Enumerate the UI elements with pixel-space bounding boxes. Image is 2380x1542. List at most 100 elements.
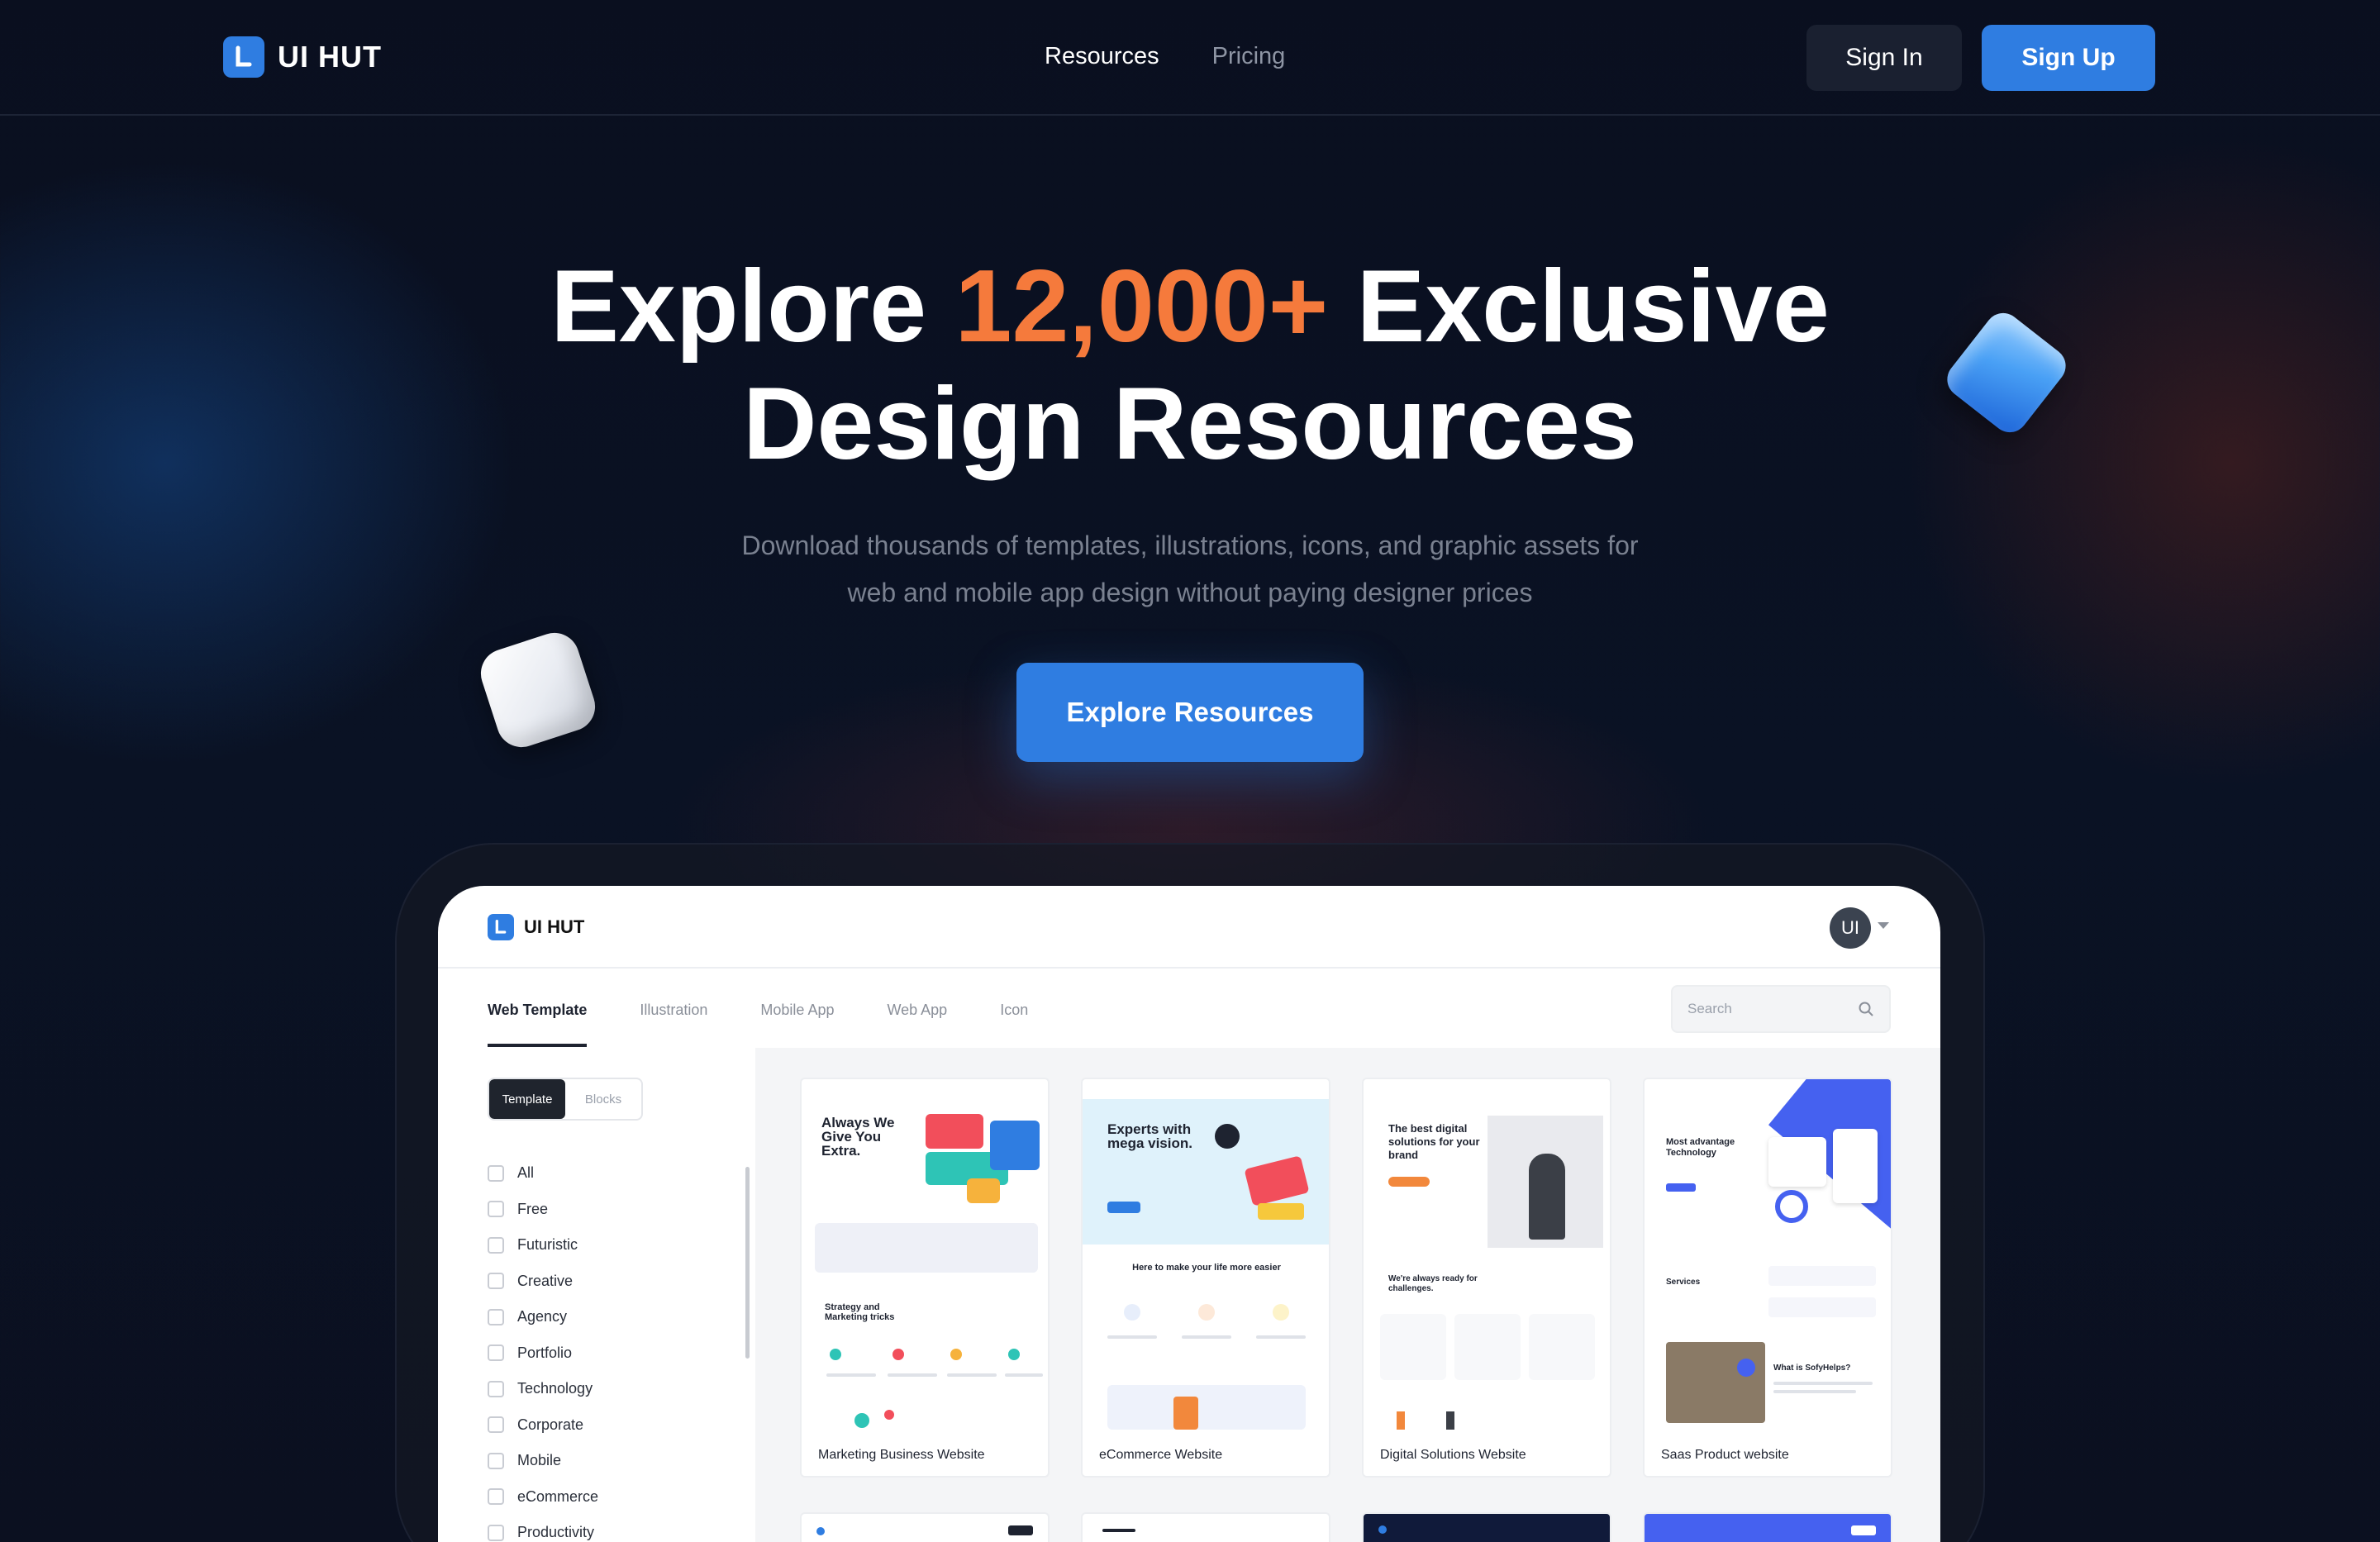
thumb-section: What is SofyHelps? (1773, 1364, 1851, 1373)
checkbox[interactable] (488, 1344, 504, 1362)
category-label: Free (517, 1200, 549, 1217)
brand-name: UI HUT (278, 40, 382, 74)
category-label: Corporate (517, 1416, 584, 1433)
template-card[interactable]: Most advantage Technology Services What … (1643, 1078, 1892, 1478)
segment-template[interactable]: Template (489, 1079, 565, 1119)
thumb-shape (926, 1114, 983, 1149)
category-technology[interactable]: Technology (488, 1371, 752, 1407)
checkbox[interactable] (488, 1308, 504, 1325)
template-card[interactable] (1362, 1512, 1611, 1542)
hero-subtitle: Download thousands of templates, illustr… (694, 522, 1686, 616)
app-body: Template Blocks All Free Futuristic Crea… (438, 1048, 1940, 1542)
template-card[interactable]: The best digital solutions for your bran… (1362, 1078, 1611, 1478)
sidebar-scrollbar[interactable] (745, 1167, 750, 1359)
segment-blocks[interactable]: Blocks (565, 1079, 641, 1119)
template-card[interactable] (1643, 1512, 1892, 1542)
app-header: UI HUT UI (438, 886, 1940, 969)
hero-title-line2: Design Resources (743, 367, 1637, 481)
template-card[interactable] (1081, 1512, 1330, 1542)
checkbox[interactable] (488, 1201, 504, 1218)
checkbox[interactable] (488, 1488, 504, 1506)
tab-illustration[interactable]: Illustration (640, 1002, 707, 1047)
category-agency[interactable]: Agency (488, 1299, 752, 1335)
sign-in-button[interactable]: Sign In (1806, 25, 1962, 91)
thumb-panel (1768, 1137, 1826, 1187)
filter-sidebar: Template Blocks All Free Futuristic Crea… (488, 1078, 752, 1542)
category-label: Portfolio (517, 1344, 573, 1361)
category-all[interactable]: All (488, 1155, 752, 1192)
template-card[interactable] (800, 1512, 1050, 1542)
thumb-services: Services (1666, 1278, 1701, 1287)
checkbox[interactable] (488, 1452, 504, 1469)
thumb-panel (1768, 1297, 1876, 1317)
thumb-headline: Most advantage Technology (1666, 1137, 1735, 1158)
category-label: eCommerce (517, 1487, 599, 1505)
hero-subtitle-line2: web and mobile app design without paying… (847, 578, 1533, 607)
checkbox[interactable] (488, 1416, 504, 1434)
card-title: Digital Solutions Website (1380, 1448, 1526, 1462)
sign-up-button[interactable]: Sign Up (1982, 25, 2155, 91)
thumb-photo (1666, 1342, 1765, 1423)
tab-mobile-app[interactable]: Mobile App (760, 1002, 834, 1047)
checkbox[interactable] (488, 1273, 504, 1290)
checkbox[interactable] (488, 1236, 504, 1254)
card-title: Saas Product website (1661, 1448, 1789, 1462)
category-tabs: Web Template Illustration Mobile App Web… (488, 1002, 1081, 1047)
thumb-panel (1454, 1314, 1521, 1380)
thumb-section: Strategy and Marketing tricks (825, 1302, 895, 1322)
category-label: Mobile (517, 1452, 562, 1469)
card-title: eCommerce Website (1099, 1448, 1223, 1462)
category-label: Productivity (517, 1524, 595, 1541)
category-free[interactable]: Free (488, 1192, 752, 1228)
thumb-panel (1107, 1385, 1306, 1430)
tab-icon[interactable]: Icon (1000, 1002, 1028, 1047)
category-productivity[interactable]: Productivity (488, 1515, 752, 1542)
category-creative[interactable]: Creative (488, 1264, 752, 1300)
checkbox[interactable] (488, 1524, 504, 1541)
card-thumbnail: Experts with mega vision. Here to make y… (1083, 1079, 1329, 1430)
avatar[interactable]: UI (1830, 907, 1871, 949)
app-logo-mark-icon (488, 914, 514, 940)
thumb-shape (990, 1121, 1040, 1170)
thumb-shape (967, 1178, 1000, 1203)
thumb-headline: Always We Give You Extra. (821, 1115, 895, 1159)
tab-web-app[interactable]: Web App (887, 1002, 947, 1047)
hero-subtitle-line1: Download thousands of templates, illustr… (741, 531, 1639, 560)
category-corporate[interactable]: Corporate (488, 1407, 752, 1444)
thumb-shape (1173, 1397, 1198, 1430)
thumb-panel (1833, 1129, 1878, 1203)
category-mobile[interactable]: Mobile (488, 1443, 752, 1479)
thumb-person (1529, 1154, 1565, 1240)
main-nav: Resources Pricing (1045, 43, 1285, 70)
category-futuristic[interactable]: Futuristic (488, 1227, 752, 1264)
thumb-section: Here to make your life more easier (1132, 1263, 1281, 1273)
app-preview: UI HUT UI Web Template Illustration Mobi… (438, 886, 1940, 1542)
card-thumbnail: Always We Give You Extra. Strategy and M… (802, 1079, 1048, 1430)
tab-web-template[interactable]: Web Template (488, 1002, 588, 1047)
explore-resources-button[interactable]: Explore Resources (1016, 663, 1364, 762)
thumb-headline: Experts with mega vision. (1107, 1121, 1192, 1151)
category-portfolio[interactable]: Portfolio (488, 1335, 752, 1372)
thumb-button (1388, 1177, 1430, 1187)
checkbox[interactable] (488, 1380, 504, 1397)
category-label: Technology (517, 1380, 593, 1397)
template-card[interactable]: Always We Give You Extra. Strategy and M… (800, 1078, 1050, 1478)
hero-title-pre: Explore (550, 250, 955, 364)
template-card[interactable]: Experts with mega vision. Here to make y… (1081, 1078, 1330, 1478)
brand-logo[interactable]: UI HUT (223, 36, 382, 78)
checkbox[interactable] (488, 1164, 504, 1182)
app-brand-name: UI HUT (524, 916, 585, 937)
chevron-down-icon[interactable] (1878, 922, 1889, 929)
search-placeholder: Search (1687, 1001, 1732, 1016)
search-input[interactable]: Search (1671, 985, 1891, 1033)
thumb-panel (815, 1223, 1038, 1273)
white-cube-decoration (474, 626, 602, 754)
thumb-panel (1529, 1314, 1595, 1380)
card-title: Marketing Business Website (818, 1448, 985, 1462)
thumb-section: We're always ready for challenges. (1388, 1274, 1478, 1293)
nav-resources[interactable]: Resources (1045, 43, 1159, 70)
template-grid: Always We Give You Extra. Strategy and M… (755, 1048, 1940, 1542)
category-ecommerce[interactable]: eCommerce (488, 1479, 752, 1516)
app-logo[interactable]: UI HUT (488, 914, 584, 940)
nav-pricing[interactable]: Pricing (1212, 43, 1286, 70)
